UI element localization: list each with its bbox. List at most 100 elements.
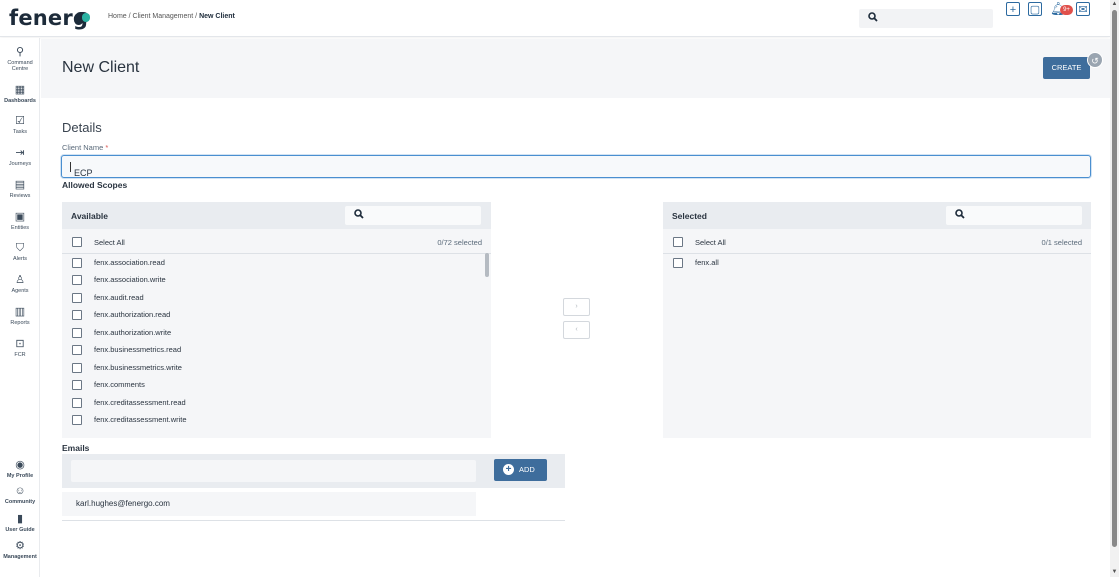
available-panel-header: Available <box>62 202 491 229</box>
breadcrumb-home[interactable]: Home <box>108 13 127 20</box>
selected-count: 0/1 selected <box>1041 238 1082 247</box>
sidebar-item-journeys[interactable]: ⇥ Journeys <box>0 147 40 167</box>
scope-checkbox[interactable] <box>72 275 82 285</box>
sidebar-item-label: Tasks <box>12 129 28 135</box>
journeys-icon: ⇥ <box>15 147 25 159</box>
select-all-label: Select All <box>94 238 125 247</box>
sidebar-item-dashboards[interactable]: ▦ Dashboards <box>0 84 40 104</box>
list-item[interactable]: fenx.association.write <box>62 271 491 288</box>
breadcrumb-client-management[interactable]: Client Management <box>133 13 194 20</box>
list-item[interactable]: fenx.all <box>663 254 1091 271</box>
sidebar-item-label: Journeys <box>8 161 32 167</box>
sidebar-item-label: Community <box>4 499 36 505</box>
emails-label: Emails <box>62 443 90 453</box>
sidebar-item-management[interactable]: ⚙ Management <box>0 540 40 560</box>
sidebar-item-label: Management <box>3 554 37 560</box>
available-select-all-checkbox[interactable] <box>72 237 82 247</box>
required-marker: * <box>105 143 109 152</box>
documents-icon[interactable]: ▢ <box>1028 2 1042 16</box>
scope-label: fenx.businessmetrics.read <box>94 345 182 354</box>
available-selected-count: 0/72 selected <box>437 238 482 247</box>
scope-checkbox[interactable] <box>72 293 82 303</box>
scope-checkbox[interactable] <box>673 258 683 268</box>
list-item[interactable]: fenx.authorization.read <box>62 306 491 323</box>
list-item[interactable]: fenx.authorization.write <box>62 324 491 341</box>
global-search-input[interactable] <box>859 9 993 28</box>
sidebar-item-agents[interactable]: ♙ Agents <box>0 274 40 294</box>
sidebar-item-entities[interactable]: ▣ Entities <box>0 211 40 231</box>
sidebar-item-reviews[interactable]: ▤ Reviews <box>0 179 40 199</box>
scope-checkbox[interactable] <box>72 380 82 390</box>
scope-label: fenx.comments <box>94 380 145 389</box>
sidebar-item-community[interactable]: ☺ Community <box>0 485 40 505</box>
list-item[interactable]: fenx.association.read <box>62 254 491 271</box>
sidebar-item-command-centre[interactable]: ⚲ Command Centre <box>0 46 40 72</box>
sidebar-item-label: Dashboards <box>4 98 36 104</box>
list-item[interactable]: fenx.creditassessment.write <box>62 411 491 428</box>
reviews-icon: ▤ <box>14 179 26 191</box>
sidebar: ⚲ Command Centre ▦ Dashboards ☑ Tasks ⇥ … <box>0 38 40 577</box>
sidebar-item-alerts[interactable]: ⛉ Alerts <box>0 242 40 262</box>
selected-search-input[interactable] <box>946 206 1082 225</box>
breadcrumb-current: New Client <box>199 13 235 20</box>
add-email-button[interactable]: + ADD <box>494 459 547 481</box>
management-icon: ⚙ <box>15 540 25 552</box>
rocket-icon: ⚲ <box>15 46 25 58</box>
available-list-scrollbar[interactable] <box>485 253 489 277</box>
sidebar-item-label: Agents <box>11 288 29 294</box>
scope-label: fenx.audit.read <box>94 293 144 302</box>
sidebar-item-tasks[interactable]: ☑ Tasks <box>0 115 40 135</box>
selected-panel-header: Selected <box>663 202 1091 229</box>
scope-checkbox[interactable] <box>72 345 82 355</box>
move-right-button[interactable]: › <box>563 298 590 316</box>
top-bar: fenerg Home / Client Management / New Cl… <box>0 0 1110 37</box>
list-item[interactable]: fenx.comments <box>62 376 491 393</box>
messages-icon[interactable]: ✉ <box>1076 2 1090 16</box>
sidebar-item-label: Alerts <box>12 256 28 262</box>
community-icon: ☺ <box>14 485 26 497</box>
scope-checkbox[interactable] <box>72 328 82 338</box>
plus-icon: + <box>503 464 514 475</box>
selected-scopes-panel: Selected Select All 0/1 selected fenx.al… <box>663 202 1091 438</box>
scope-checkbox[interactable] <box>72 310 82 320</box>
sidebar-item-my-profile[interactable]: ◉ My Profile <box>0 459 40 479</box>
email-input[interactable] <box>71 460 476 482</box>
selected-select-all-checkbox[interactable] <box>673 237 683 247</box>
list-item[interactable]: fenx.creditassessment.read <box>62 394 491 411</box>
sidebar-item-user-guide[interactable]: ▮ User Guide <box>0 513 40 533</box>
scope-checkbox[interactable] <box>72 363 82 373</box>
client-name-field[interactable]: ECP <box>61 155 1091 178</box>
notification-badge: 9+ <box>1060 5 1073 15</box>
available-select-all-row: Select All 0/72 selected <box>62 229 491 254</box>
new-folder-icon[interactable]: + <box>1006 2 1020 16</box>
divider <box>62 520 565 521</box>
search-icon <box>868 12 878 25</box>
list-item[interactable]: fenx.audit.read <box>62 289 491 306</box>
scope-label: fenx.businessmetrics.write <box>94 363 182 372</box>
email-entry-bar: + ADD <box>62 454 565 488</box>
scroll-down-arrow[interactable]: ▼ <box>1111 569 1118 576</box>
list-item[interactable]: fenx.businessmetrics.write <box>62 359 491 376</box>
scope-checkbox[interactable] <box>72 415 82 425</box>
selected-title: Selected <box>672 211 707 221</box>
sidebar-item-label: User Guide <box>5 527 35 533</box>
scroll-up-arrow[interactable]: ▲ <box>1111 1 1118 8</box>
available-search-input[interactable] <box>345 206 481 225</box>
sidebar-item-reports[interactable]: ▥ Reports <box>0 306 40 326</box>
client-name-label-text: Client Name <box>62 143 104 152</box>
scope-checkbox[interactable] <box>72 258 82 268</box>
page-scrollbar[interactable]: ▲ ▼ <box>1110 0 1119 577</box>
history-icon[interactable]: ↺ <box>1087 52 1103 68</box>
create-button[interactable]: CREATE <box>1043 57 1090 79</box>
allowed-scopes-label: Allowed Scopes <box>62 180 128 190</box>
alerts-icon: ⛉ <box>15 242 25 254</box>
email-list-item[interactable]: karl.hughes@fenergo.com <box>62 492 476 516</box>
user-guide-icon: ▮ <box>16 513 24 525</box>
search-icon <box>354 209 364 222</box>
scope-checkbox[interactable] <box>72 398 82 408</box>
move-left-button[interactable]: ‹ <box>563 321 590 339</box>
sidebar-item-fcr[interactable]: ⊡ FCR <box>0 338 40 358</box>
scroll-thumb[interactable] <box>1112 10 1117 547</box>
list-item[interactable]: fenx.businessmetrics.read <box>62 341 491 358</box>
sidebar-item-label: Reports <box>10 320 30 326</box>
